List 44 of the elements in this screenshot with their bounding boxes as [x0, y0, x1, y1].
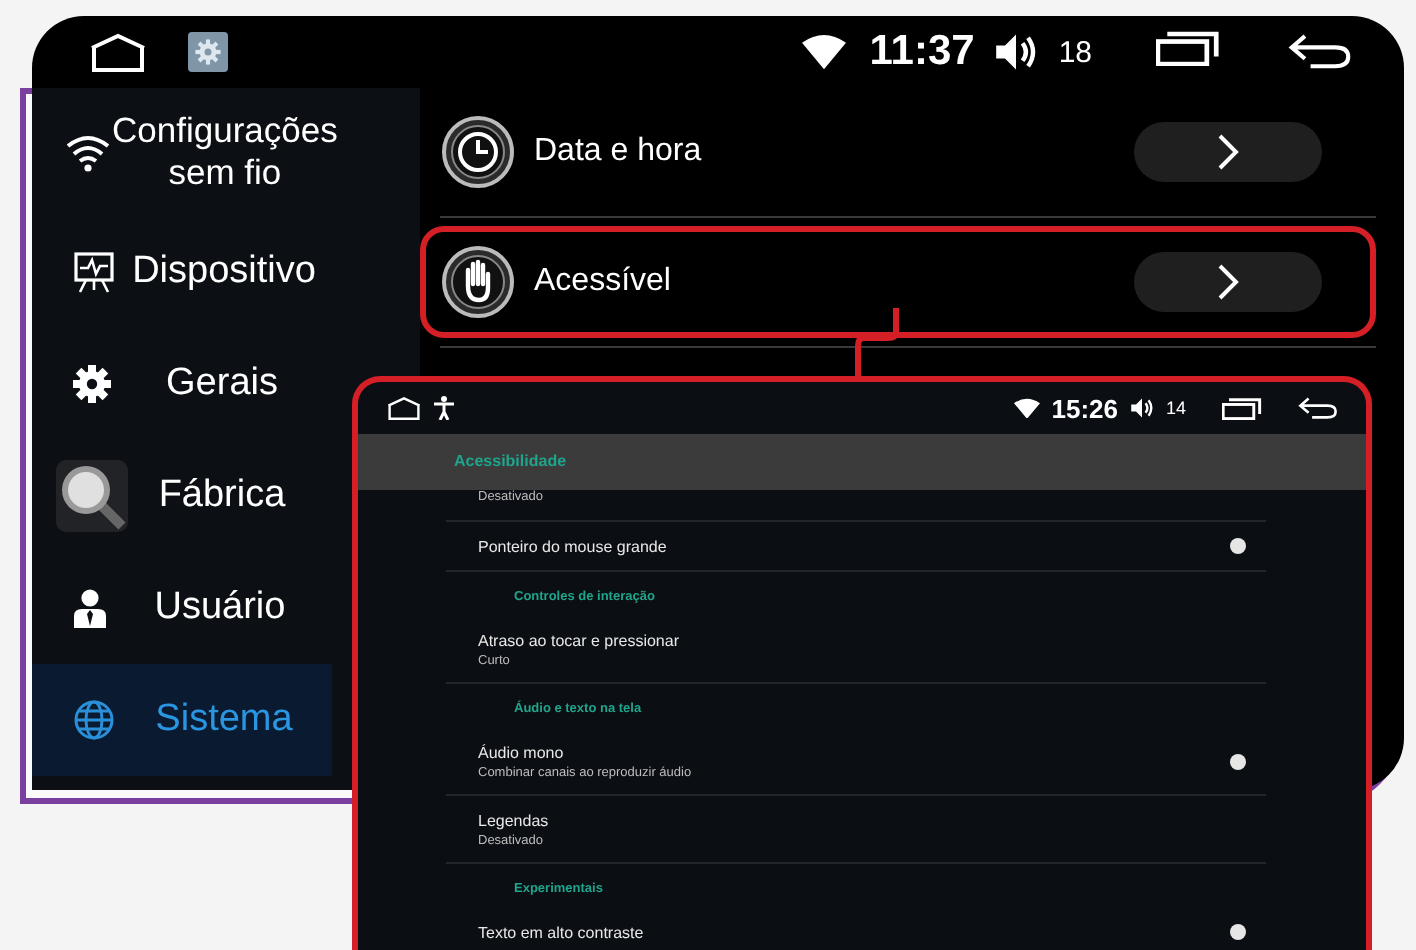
- sidebar-item[interactable]: Gerais: [32, 328, 332, 440]
- row-label: Acessível: [534, 264, 673, 300]
- sidebar-item[interactable]: Configurações sem fio: [32, 88, 332, 216]
- sidebar-item[interactable]: Sistema: [32, 664, 332, 776]
- setting-title[interactable]: Legendas: [478, 811, 1246, 829]
- volume-icon: [994, 30, 1039, 74]
- clock-icon: [442, 116, 514, 188]
- settings-row[interactable]: Acessível: [420, 226, 1376, 338]
- recent-apps-icon[interactable]: [1156, 27, 1220, 67]
- home-icon[interactable]: [386, 395, 422, 421]
- setting-title[interactable]: Texto em alto contraste: [478, 923, 1230, 941]
- setting-title[interactable]: Áudio mono: [478, 743, 1230, 761]
- clock-time: 11:37: [869, 28, 975, 76]
- hand-icon: [442, 246, 514, 318]
- wifi-icon: [64, 132, 112, 172]
- header-title: Acessibilidade: [454, 451, 567, 469]
- chevron-icon: [1216, 134, 1240, 170]
- recent-apps-icon[interactable]: [1222, 396, 1262, 420]
- clock-time: 15:26: [1051, 393, 1118, 423]
- person-icon: [72, 588, 108, 628]
- gear-icon: [72, 364, 112, 404]
- home-icon[interactable]: [88, 31, 148, 73]
- sidebar-item[interactable]: Fábrica: [32, 440, 332, 552]
- setting-title[interactable]: Ponteiro do mouse grande: [478, 537, 1230, 555]
- setting-title[interactable]: Atraso ao tocar e pressionar: [478, 631, 1246, 649]
- wifi-icon: [801, 34, 846, 70]
- accessibility-icon[interactable]: [434, 396, 454, 420]
- volume-level: 18: [1058, 35, 1092, 69]
- back-icon[interactable]: [1288, 32, 1352, 72]
- toggle-switch[interactable]: [1230, 924, 1246, 940]
- row-label: Data e hora: [534, 134, 704, 170]
- chevron-icon: [1216, 264, 1240, 300]
- back-icon[interactable]: [1298, 396, 1338, 420]
- globe-icon: [72, 698, 116, 742]
- settings-row[interactable]: Data e hora: [420, 96, 1376, 208]
- toggle-switch[interactable]: [1230, 753, 1246, 769]
- wifi-icon: [1013, 397, 1040, 419]
- volume-icon: [1129, 396, 1154, 420]
- magnifier-icon: [56, 460, 128, 532]
- presentation-board-icon: [72, 250, 116, 294]
- toggle-switch[interactable]: [1230, 538, 1246, 554]
- sidebar-item[interactable]: Dispositivo: [32, 216, 332, 328]
- sidebar-item[interactable]: Usuário: [32, 552, 332, 664]
- volume-level: 14: [1165, 398, 1186, 418]
